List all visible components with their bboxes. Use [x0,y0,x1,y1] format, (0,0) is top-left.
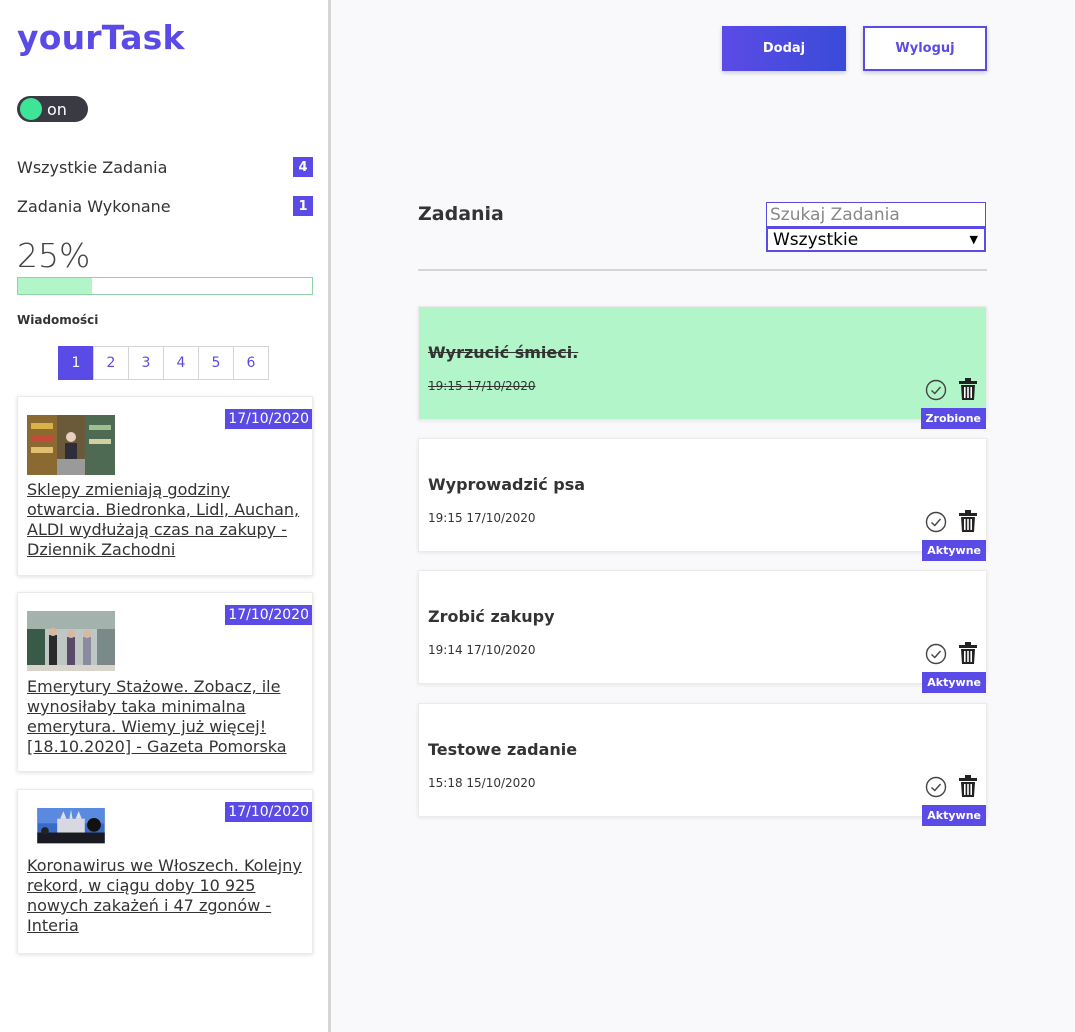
filter-selected-value: Wszystkie [773,229,859,250]
check-circle-icon[interactable] [925,776,947,798]
task-card: Wyprowadzić psa 19:15 17/10/2020 Aktywne [418,438,987,561]
app-logo: yourTask [17,18,185,57]
task-time: 15:18 15/10/2020 [428,776,536,790]
task-time: 19:15 17/10/2020 [428,379,536,393]
trash-icon[interactable] [958,377,978,401]
page-button-2[interactable]: 2 [93,346,129,380]
theme-toggle[interactable]: on [17,96,88,122]
progress-bar [17,277,313,295]
trash-icon[interactable] [958,774,978,798]
task-card: Testowe zadanie 15:18 15/10/2020 Aktywne [418,703,987,826]
logout-button[interactable]: Wyloguj [863,26,987,71]
stat-done-tasks: Zadania Wykonane 1 [17,196,313,216]
count-badge: 1 [293,196,313,216]
news-date: 17/10/2020 [225,409,312,429]
task-title: Zrobić zakupy [428,607,555,626]
status-badge: Zrobione [920,408,986,429]
news-card: 17/10/2020 Sklepy zmieniają godziny otwa… [17,396,313,576]
stat-all-tasks: Wszystkie Zadania 4 [17,157,313,177]
task-title: Testowe zadanie [428,740,578,759]
task-card: Wyrzucić śmieci. 19:15 17/10/2020 Zrobio… [418,306,987,429]
toggle-knob [20,98,42,120]
progress-fill [18,278,92,294]
task-time: 19:15 17/10/2020 [428,511,536,525]
page-button-4[interactable]: 4 [163,346,199,380]
status-badge: Aktywne [922,540,986,561]
news-date: 17/10/2020 [225,802,312,822]
news-thumbnail [27,611,115,671]
task-title: Wyrzucić śmieci. [428,343,579,362]
news-title-link[interactable]: Sklepy zmieniają godziny otwarcia. Biedr… [27,480,304,560]
stat-label: Zadania Wykonane [17,196,171,216]
page-button-1[interactable]: 1 [58,346,94,380]
page-button-3[interactable]: 3 [128,346,164,380]
trash-icon[interactable] [958,509,978,533]
task-card: Zrobić zakupy 19:14 17/10/2020 Aktywne [418,570,987,693]
status-badge: Aktywne [922,805,986,826]
toggle-label: on [47,99,67,119]
search-input[interactable] [766,202,986,227]
divider [418,269,987,271]
trash-icon[interactable] [958,641,978,665]
status-badge: Aktywne [922,672,986,693]
news-card: 17/10/2020 Emerytury Stażowe. Zobacz, il… [17,592,313,772]
messages-label: Wiadomości [17,313,99,327]
check-circle-icon[interactable] [925,379,947,401]
news-title-link[interactable]: Emerytury Stażowe. Zobacz, ile wynosiłab… [27,677,304,757]
check-circle-icon[interactable] [925,511,947,533]
page-button-5[interactable]: 5 [198,346,234,380]
news-title-link[interactable]: Koronawirus we Włoszech. Kolejny rekord,… [27,856,304,936]
news-thumbnail [27,415,115,475]
pagination: 1 2 3 4 5 6 [58,346,269,380]
filter-select[interactable]: Wszystkie ▼ [766,227,986,252]
task-time: 19:14 17/10/2020 [428,643,536,657]
task-title: Wyprowadzić psa [428,475,586,494]
count-badge: 4 [293,157,313,177]
stat-label: Wszystkie Zadania [17,157,168,177]
check-circle-icon[interactable] [925,643,947,665]
page-button-6[interactable]: 6 [233,346,269,380]
news-card: 17/10/2020 Koronawirus we Włoszech. Kole… [17,789,313,954]
news-thumbnail [37,808,105,844]
add-task-button[interactable]: Dodaj [722,26,846,71]
news-date: 17/10/2020 [225,605,312,625]
sidebar: yourTask on Wszystkie Zadania 4 Zadania … [0,0,331,1032]
tasks-heading: Zadania [418,203,504,225]
progress-percent: 25% [17,236,91,275]
chevron-down-icon: ▼ [969,233,978,246]
